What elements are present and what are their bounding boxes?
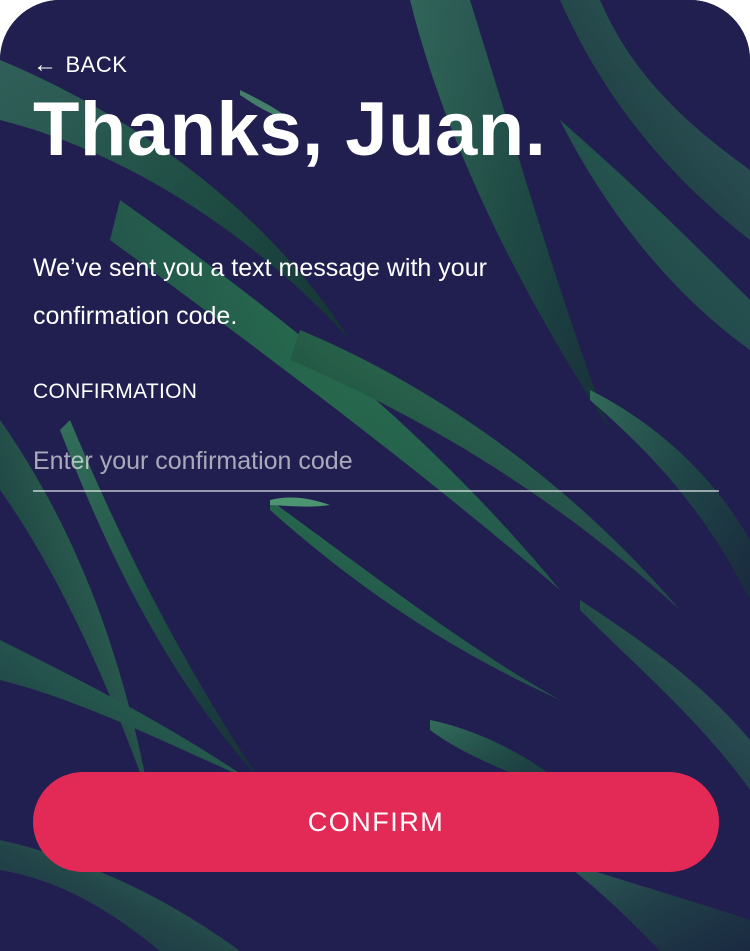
arrow-left-icon: ← (33, 51, 58, 78)
confirm-button[interactable]: CONFIRM (33, 772, 719, 872)
back-button[interactable]: ← BACK (33, 52, 127, 78)
confirmation-label: CONFIRMATION (33, 380, 198, 403)
confirmation-message: We’ve sent you a text message with your … (33, 254, 487, 330)
confirmation-code-input[interactable] (33, 432, 719, 492)
page-title: Thanks, Juan. (33, 87, 547, 172)
confirmation-screen: ← BACK Thanks, Juan. We’ve sent you a te… (0, 0, 750, 951)
back-label: BACK (65, 52, 128, 77)
